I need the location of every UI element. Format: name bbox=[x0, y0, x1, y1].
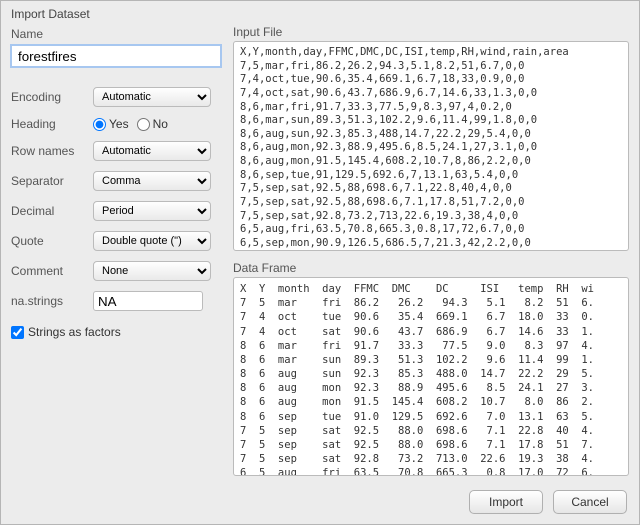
decimal-label: Decimal bbox=[11, 204, 87, 218]
name-label: Name bbox=[11, 27, 221, 41]
nastrings-input[interactable] bbox=[93, 291, 203, 311]
preview-panel: Input File X,Y,month,day,FFMC,DMC,DC,ISI… bbox=[233, 25, 629, 476]
quote-select[interactable]: Double quote (") bbox=[93, 231, 211, 251]
encoding-select[interactable]: Automatic bbox=[93, 87, 211, 107]
quote-label: Quote bbox=[11, 234, 87, 248]
rownames-label: Row names bbox=[11, 144, 87, 158]
data-frame-label: Data Frame bbox=[233, 261, 629, 275]
name-input[interactable] bbox=[11, 45, 221, 67]
heading-no-input[interactable] bbox=[137, 118, 150, 131]
import-dataset-dialog: Import Dataset Name Encoding Automatic H… bbox=[0, 0, 640, 525]
strings-as-factors-checkbox[interactable]: Strings as factors bbox=[11, 325, 121, 339]
cancel-button[interactable]: Cancel bbox=[553, 490, 627, 514]
comment-select[interactable]: None bbox=[93, 261, 211, 281]
options-panel: Name Encoding Automatic Heading Yes bbox=[11, 25, 221, 476]
import-button[interactable]: Import bbox=[469, 490, 543, 514]
encoding-label: Encoding bbox=[11, 90, 87, 104]
dialog-footer: Import Cancel bbox=[1, 484, 639, 524]
separator-select[interactable]: Comma bbox=[93, 171, 211, 191]
input-file-label: Input File bbox=[233, 25, 629, 39]
separator-label: Separator bbox=[11, 174, 87, 188]
heading-yes-input[interactable] bbox=[93, 118, 106, 131]
heading-label: Heading bbox=[11, 117, 87, 131]
heading-yes-radio[interactable]: Yes bbox=[93, 117, 129, 131]
nastrings-label: na.strings bbox=[11, 294, 87, 308]
heading-no-radio[interactable]: No bbox=[137, 117, 168, 131]
strings-as-factors-input[interactable] bbox=[11, 326, 24, 339]
window-title: Import Dataset bbox=[1, 1, 639, 25]
input-file-preview: X,Y,month,day,FFMC,DMC,DC,ISI,temp,RH,wi… bbox=[233, 41, 629, 251]
comment-label: Comment bbox=[11, 264, 87, 278]
data-frame-preview: X Y month day FFMC DMC DC ISI temp RH wi… bbox=[233, 277, 629, 476]
rownames-select[interactable]: Automatic bbox=[93, 141, 211, 161]
decimal-select[interactable]: Period bbox=[93, 201, 211, 221]
